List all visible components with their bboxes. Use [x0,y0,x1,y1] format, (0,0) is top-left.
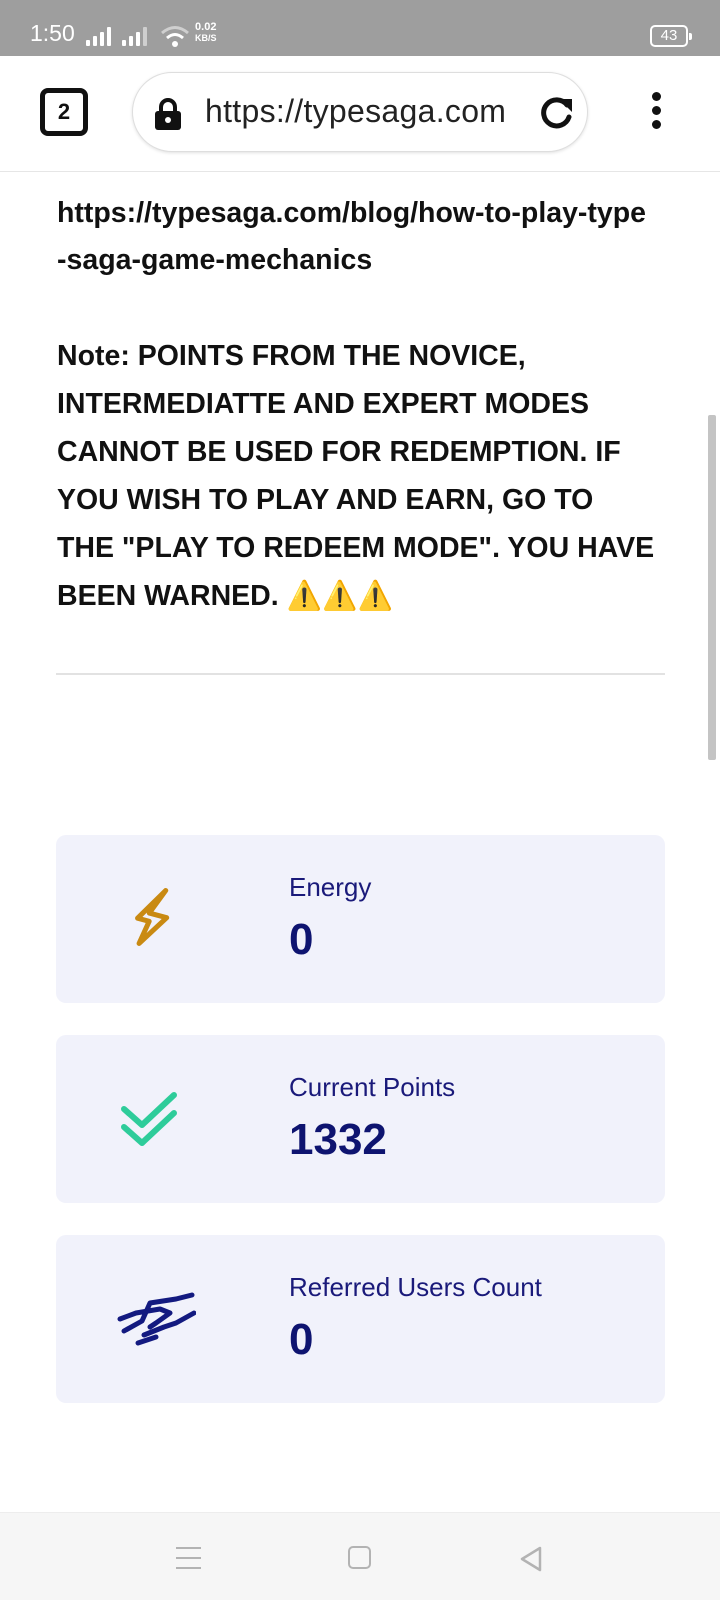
system-navigation-bar [0,1512,720,1600]
referred-users-value: 0 [289,1315,314,1364]
url-text[interactable]: https://typesaga.com [205,93,523,130]
warning-note-text: Note: POINTS FROM THE NOVICE, INTERMEDIA… [57,340,655,612]
recent-apps-icon[interactable] [176,1547,201,1569]
status-time: 1:50 [30,20,75,46]
address-bar[interactable]: https://typesaga.com [132,72,588,152]
current-points-value: 1332 [289,1115,387,1164]
tab-switcher-button[interactable]: 2 [40,88,88,136]
reload-icon[interactable] [536,93,576,133]
double-check-icon [121,1092,177,1146]
page-content: https://typesaga.com/blog/how-to-play-ty… [57,190,672,620]
warning-note: Note: POINTS FROM THE NOVICE, INTERMEDIA… [57,332,657,620]
warning-emoji-icon: ⚠️⚠️⚠️ [286,580,394,612]
lightning-icon [135,888,170,946]
current-points-card: Current Points 1332 [56,1035,665,1203]
network-speed-value: 0.02 [195,21,217,33]
page-scrollbar[interactable] [708,415,716,760]
energy-card: Energy 0 [56,835,665,1003]
signal-strength-icon-1 [86,26,116,46]
battery-icon: 43 [650,25,692,47]
referred-users-label: Referred Users Count [289,1272,542,1302]
divider [56,673,665,675]
referred-users-card: Referred Users Count 0 [56,1235,665,1403]
back-icon[interactable] [518,1545,544,1573]
handshake-icon [117,1292,196,1346]
current-points-label: Current Points [289,1072,456,1102]
browser-toolbar: 2 https://typesaga.com [0,56,720,172]
wifi-icon [161,26,189,47]
blog-link-text: https://typesaga.com/blog/how-to-play-ty… [57,197,647,276]
lock-icon [155,98,181,130]
network-speed-unit: KB/S [195,33,217,43]
signal-strength-icon-2 [122,26,152,46]
more-options-icon[interactable] [644,92,668,136]
energy-value: 0 [289,915,314,964]
status-bar: 1:50 0.02 KB/S 43 [0,0,720,56]
home-icon[interactable] [348,1546,371,1569]
energy-label: Energy [289,872,372,902]
network-speed: 0.02 KB/S [195,22,217,44]
